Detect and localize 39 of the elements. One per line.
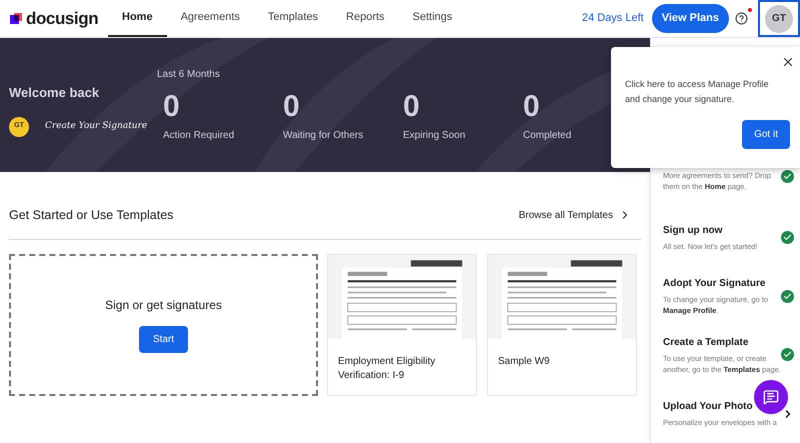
- nav-tab[interactable]: Settings: [398, 0, 466, 37]
- template-name: Employment Eligibility Verification: I-9: [337, 354, 436, 383]
- start-button[interactable]: Start: [138, 326, 188, 354]
- step-title: Sign up now: [663, 224, 724, 238]
- stat-value: 0: [403, 90, 420, 124]
- template-card[interactable]: Employment Eligibility Verification: I-9: [327, 254, 477, 396]
- nav-tab[interactable]: Agreements: [166, 0, 254, 37]
- logo-icon: [10, 12, 22, 24]
- template-card[interactable]: Sample W9: [487, 254, 637, 396]
- chat-button[interactable]: [754, 380, 788, 414]
- period-label: Last 6 Months: [157, 68, 221, 82]
- stat-label: Expiring Soon: [403, 129, 466, 143]
- close-icon: [781, 55, 795, 69]
- stat-label: Waiting for Others: [283, 129, 364, 143]
- signature-link[interactable]: Create Your Signature: [45, 120, 148, 134]
- help-icon[interactable]: [735, 12, 748, 25]
- nav-tab[interactable]: Reports: [332, 0, 399, 37]
- stat-value: 0: [163, 90, 180, 124]
- step-title: Adopt Your Signature: [663, 277, 766, 292]
- section-title: Get Started or Use Templates: [9, 207, 174, 224]
- avatar-button[interactable]: GT: [765, 4, 793, 32]
- stat-label: Action Required: [163, 129, 234, 143]
- step-title: Create a Template: [663, 336, 750, 350]
- stat-value: 0: [283, 90, 300, 124]
- start-card-title: Sign or get signatures: [105, 297, 222, 314]
- step-title: Upload Your Photo: [663, 400, 754, 414]
- chat-icon: [763, 389, 779, 405]
- browse-templates-link[interactable]: Browse all Templates: [518, 208, 631, 223]
- logo-text: docusign: [26, 8, 98, 30]
- trial-days-link[interactable]: 24 Days Left: [582, 10, 644, 27]
- nav-tab[interactable]: Templates: [254, 0, 332, 37]
- template-name: Sample W9: [497, 354, 551, 369]
- close-button[interactable]: [781, 55, 795, 69]
- welcome-text: Welcome back: [9, 84, 100, 102]
- got-it-button[interactable]: Got it: [742, 120, 790, 149]
- view-plans-button[interactable]: View Plans: [652, 4, 729, 33]
- popup-text: Click here to access Manage Profile and change your signature.: [625, 78, 770, 106]
- stat-label: Completed: [523, 129, 572, 143]
- stat-value: 0: [523, 90, 540, 124]
